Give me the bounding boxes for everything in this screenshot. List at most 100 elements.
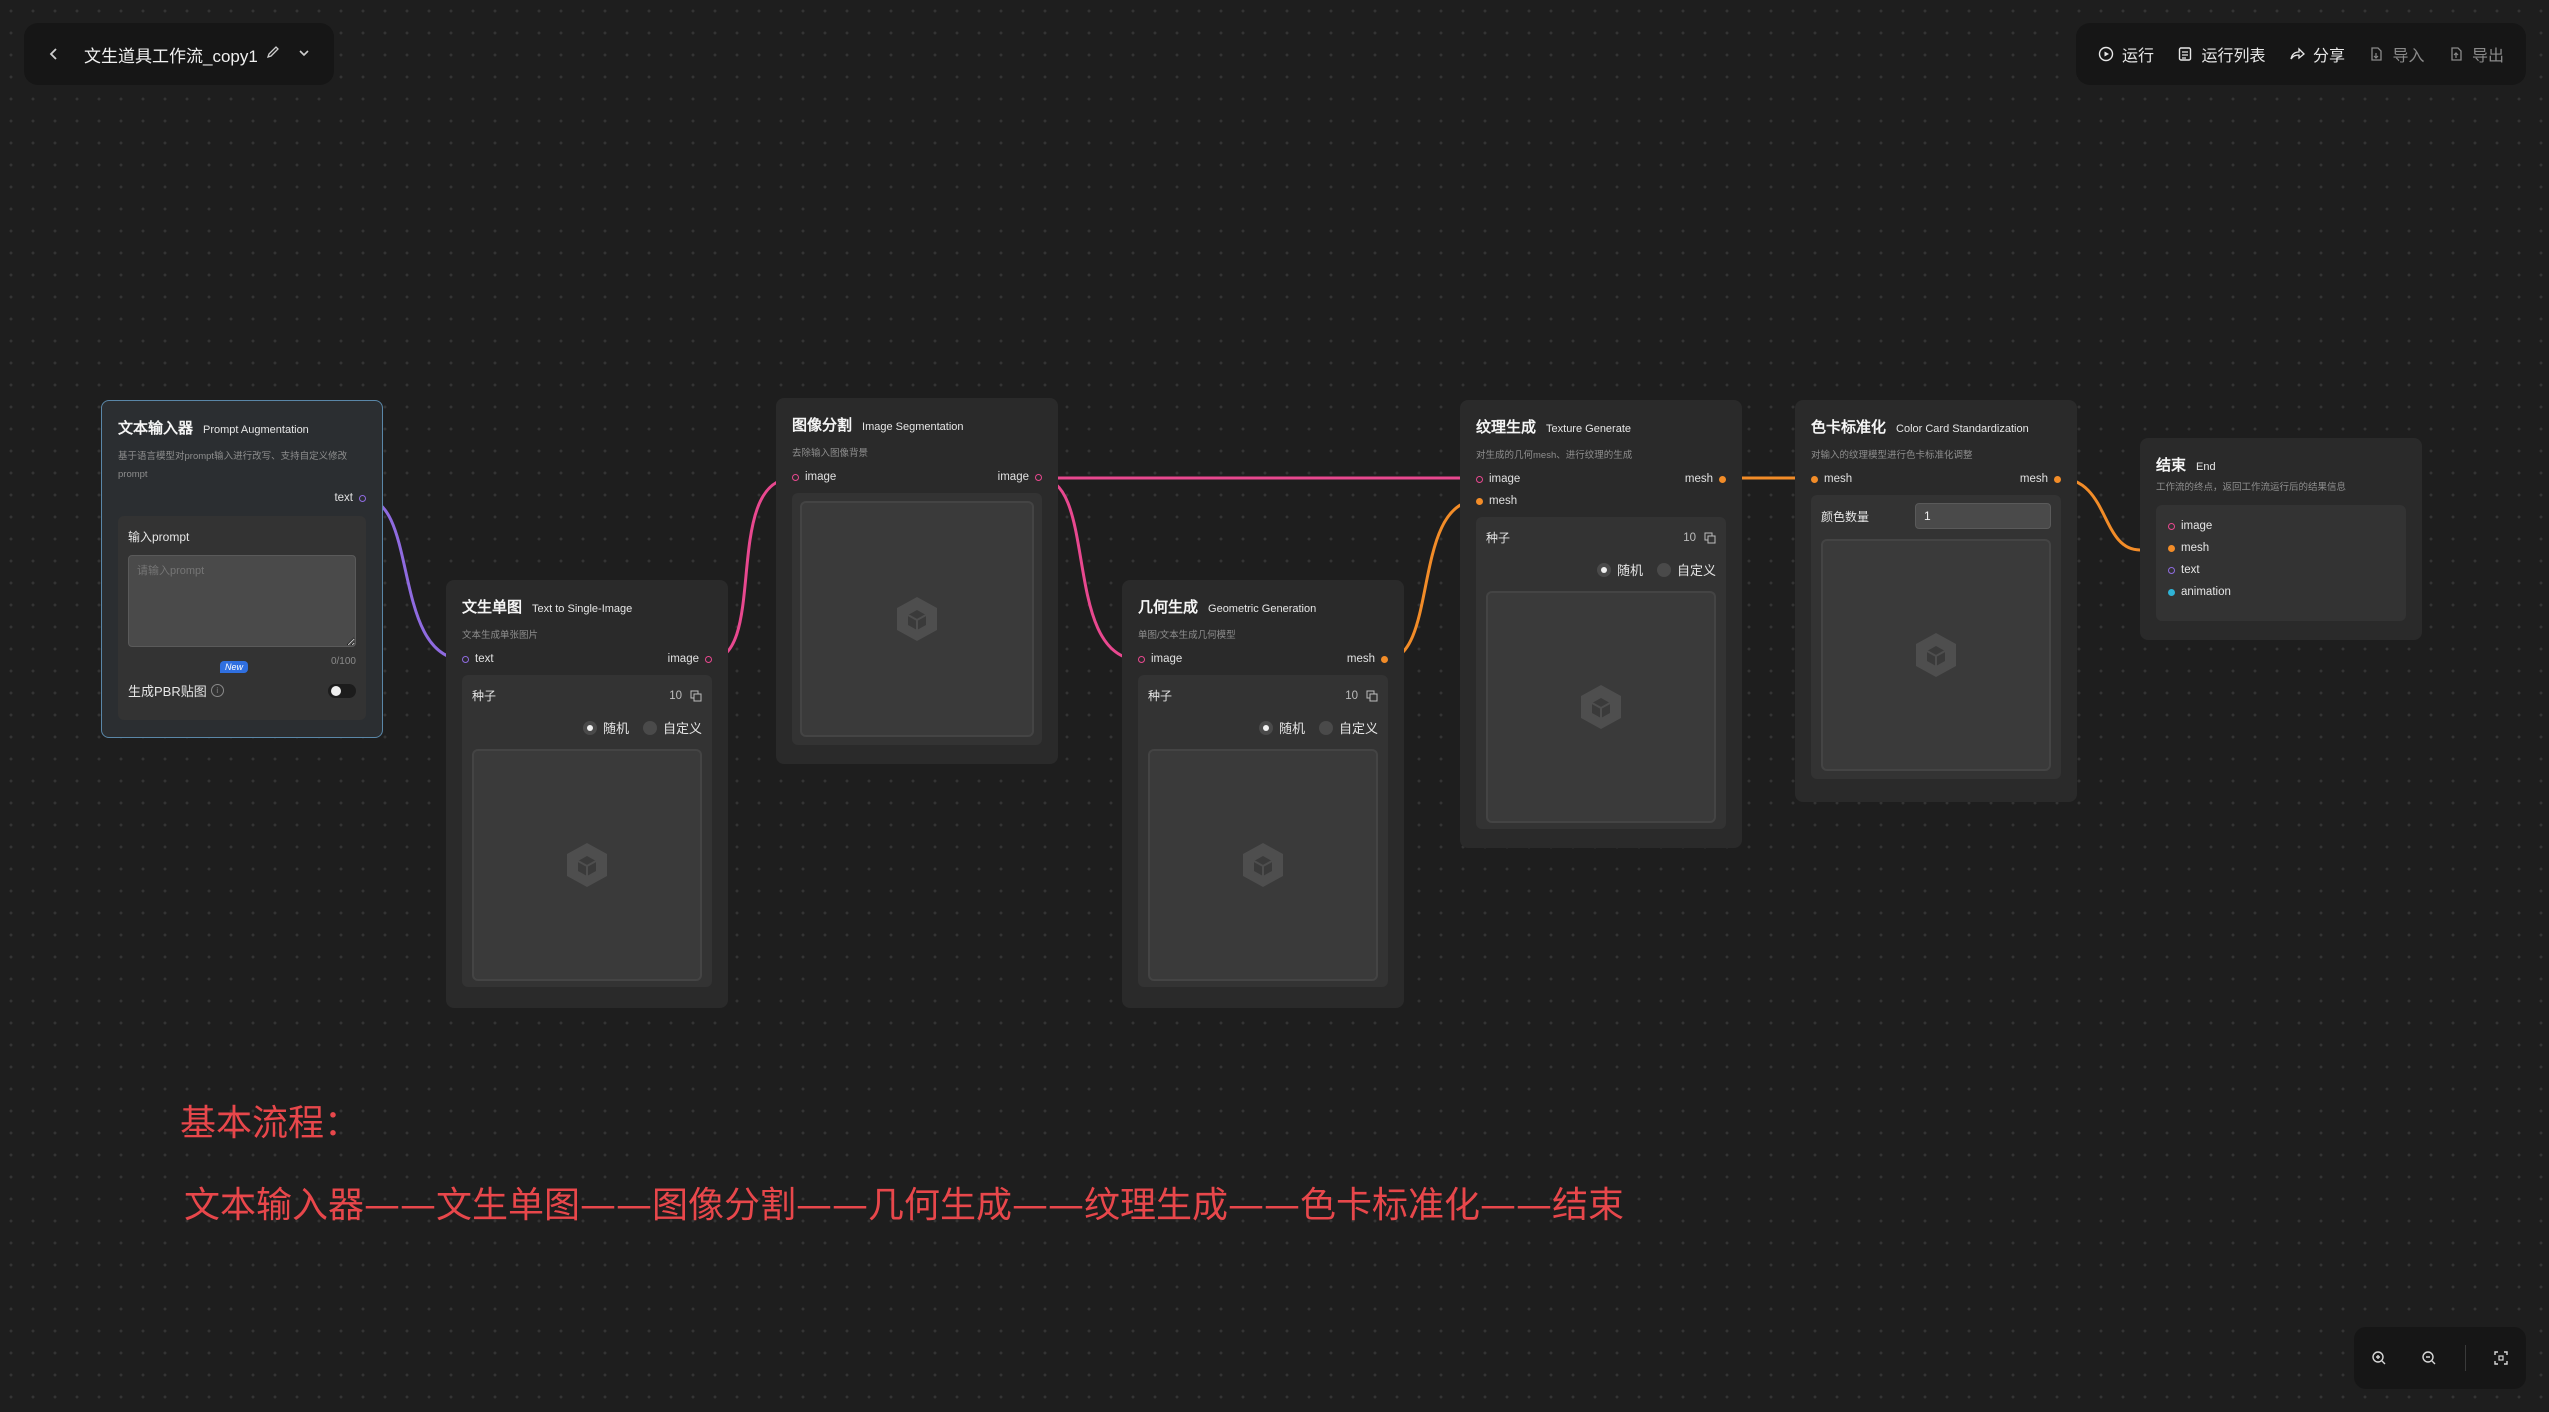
prompt-field-label: 输入prompt (128, 530, 190, 544)
toolbar: 运行 运行列表 分享 导入 导出 (2076, 23, 2526, 85)
fit-view-button[interactable] (2486, 1343, 2516, 1373)
annotation-flow: 文本输入器——文生单图——图像分割——几何生成——纹理生成——色卡标准化——结束 (184, 1185, 1625, 1226)
output-port-mesh[interactable]: mesh (1347, 653, 1388, 665)
seed-custom-radio[interactable]: 自定义 (1656, 560, 1716, 579)
share-button[interactable]: 分享 (2289, 42, 2345, 66)
node-text-to-image[interactable]: 文生单图 Text to Single-Image 文本生成单张图片 text … (446, 580, 728, 1008)
input-port-mesh[interactable]: mesh (1476, 495, 1517, 507)
port-dot[interactable] (1811, 475, 1818, 483)
node-subtitle: End (2196, 461, 2216, 473)
import-icon (2371, 47, 2383, 61)
divider (2464, 1345, 2466, 1371)
texture-preview (1486, 591, 1716, 823)
node-geometric-generation[interactable]: 几何生成 Geometric Generation 单图/文本生成几何模型 im… (1122, 580, 1404, 1008)
seed-label: 种子 (1486, 531, 1511, 545)
port-dot[interactable] (1476, 475, 1483, 483)
info-icon: i (210, 684, 224, 697)
port-dot[interactable] (1035, 473, 1042, 481)
seed-label: 种子 (1148, 689, 1173, 703)
edit-icon[interactable] (266, 45, 280, 64)
node-subtitle: Text to Single-Image (532, 603, 633, 615)
input-port-image[interactable]: image (1476, 473, 1520, 485)
node-description: 对输入的纹理模型进行色卡标准化调整 (1811, 450, 1973, 461)
end-input-animation[interactable]: animation (2168, 581, 2394, 603)
import-button[interactable]: 导入 (2368, 42, 2424, 66)
node-subtitle: Color Card Standardization (1896, 423, 2029, 435)
seed-custom-radio[interactable]: 自定义 (1318, 718, 1378, 737)
node-prompt-augmentation[interactable]: 文本输入器 Prompt Augmentation 基于语言模型对prompt输… (101, 400, 383, 738)
back-button[interactable] (38, 38, 70, 70)
output-port-mesh[interactable]: mesh (2020, 473, 2061, 485)
zoom-controls (2354, 1327, 2526, 1389)
node-color-card-standardization[interactable]: 色卡标准化 Color Card Standardization 对输入的纹理模… (1795, 400, 2077, 802)
node-description: 对生成的几何mesh、进行纹理的生成 (1476, 450, 1633, 461)
export-button[interactable]: 导出 (2448, 42, 2504, 66)
zoom-in-button[interactable] (2364, 1343, 2394, 1373)
node-title: 文本输入器 (118, 420, 194, 437)
copy-icon[interactable] (1704, 532, 1716, 544)
pbr-toggle[interactable] (328, 683, 356, 698)
chevron-down-icon[interactable] (298, 46, 310, 62)
list-icon (2179, 47, 2192, 61)
output-port-image[interactable]: image (668, 653, 712, 665)
prompt-textarea[interactable] (128, 555, 356, 647)
output-port-text[interactable]: text (334, 492, 366, 504)
port-dot[interactable] (2054, 475, 2061, 483)
input-port-text[interactable]: text (462, 653, 494, 665)
workflow-title[interactable]: 文生道具工作流_copy1 (84, 42, 258, 67)
copy-icon[interactable] (1366, 690, 1378, 702)
run-list-button[interactable]: 运行列表 (2177, 42, 2266, 66)
node-title: 结束 (2156, 457, 2187, 474)
pbr-label: 生成PBR贴图 (128, 684, 207, 699)
cube-icon (1581, 685, 1621, 729)
node-title: 纹理生成 (1476, 419, 1537, 436)
output-port-image[interactable]: image (998, 471, 1042, 483)
node-subtitle: Geometric Generation (1208, 603, 1317, 615)
mesh-preview (1148, 749, 1378, 981)
port-dot[interactable] (359, 494, 366, 502)
zoom-out-icon (2422, 1351, 2436, 1365)
input-port-image[interactable]: image (1138, 653, 1182, 665)
node-subtitle: Prompt Augmentation (203, 424, 309, 436)
port-dot[interactable] (705, 655, 712, 663)
input-port-image[interactable]: image (792, 471, 836, 483)
node-image-segmentation[interactable]: 图像分割 Image Segmentation 去除输入图像背景 image i… (776, 398, 1058, 764)
node-texture-generate[interactable]: 纹理生成 Texture Generate 对生成的几何mesh、进行纹理的生成… (1460, 400, 1742, 848)
fit-view-icon (2494, 1351, 2508, 1365)
color-count-input[interactable] (1915, 503, 2051, 529)
node-title: 文生单图 (462, 599, 523, 616)
zoom-out-button[interactable] (2414, 1343, 2444, 1373)
run-button[interactable]: 运行 (2098, 42, 2154, 66)
port-dot[interactable] (1381, 655, 1388, 663)
cube-icon (1243, 843, 1283, 887)
color-count-label: 颜色数量 (1821, 509, 1870, 524)
end-input-image[interactable]: image (2168, 515, 2394, 537)
port-dot[interactable] (792, 473, 799, 481)
port-dot[interactable] (1138, 655, 1145, 663)
chevron-left-icon (49, 48, 57, 60)
node-end[interactable]: 结束 End 工作流的终点，返回工作流运行后的结果信息 image mesh t… (2140, 438, 2422, 640)
seed-value[interactable]: 10 (1683, 532, 1696, 544)
output-port-mesh[interactable]: mesh (1685, 473, 1726, 485)
copy-icon[interactable] (690, 690, 702, 702)
end-input-text[interactable]: text (2168, 559, 2394, 581)
port-dot[interactable] (1719, 475, 1726, 483)
node-description: 文本生成单张图片 (462, 630, 539, 641)
seed-custom-radio[interactable]: 自定义 (642, 718, 702, 737)
end-input-mesh[interactable]: mesh (2168, 537, 2394, 559)
node-title: 色卡标准化 (1811, 419, 1887, 436)
cube-icon (1916, 633, 1956, 677)
seed-random-radio[interactable]: 随机 (1258, 718, 1305, 737)
input-port-mesh[interactable]: mesh (1811, 473, 1852, 485)
node-subtitle: Texture Generate (1546, 423, 1632, 435)
cube-icon (567, 843, 607, 887)
seed-value[interactable]: 10 (669, 690, 682, 702)
seed-random-radio[interactable]: 随机 (1596, 560, 1643, 579)
node-subtitle: Image Segmentation (862, 421, 964, 433)
seed-random-radio[interactable]: 随机 (582, 718, 629, 737)
port-dot[interactable] (1476, 497, 1483, 505)
node-description: 基于语言模型对prompt输入进行改写、支持自定义修改prompt (118, 451, 348, 480)
port-dot[interactable] (462, 655, 469, 663)
cube-icon (897, 597, 937, 641)
seed-value[interactable]: 10 (1345, 690, 1358, 702)
